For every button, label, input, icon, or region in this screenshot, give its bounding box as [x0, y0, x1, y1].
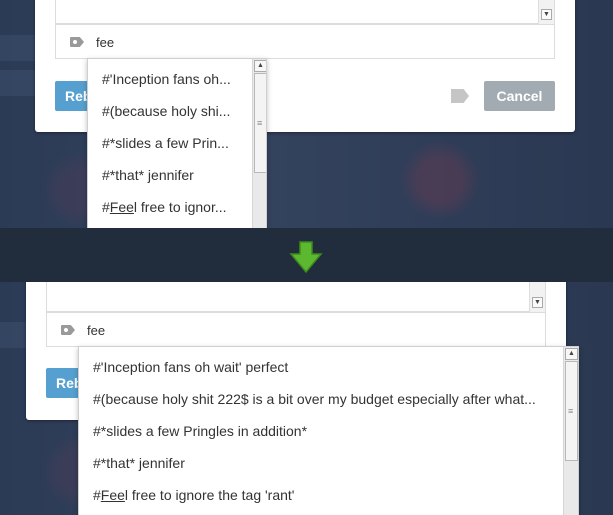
suggestion-rest: l free to ignor... [133, 199, 227, 215]
post-tag-icon[interactable] [451, 89, 469, 103]
suggestion-text: 'Inception fans oh wait' perfect [100, 359, 289, 375]
tag-input[interactable]: fee [87, 323, 105, 338]
bg-stripe [0, 70, 40, 96]
after-panel: ▼ fee Reblog #'Inception fans oh wait' p… [0, 282, 613, 515]
tag-icon [70, 37, 84, 47]
suggestion-text: *slides a few Pringles in addition* [100, 423, 308, 439]
cancel-button[interactable]: Cancel [484, 81, 555, 111]
dropdown-scrollbar[interactable]: ▲ [563, 347, 578, 515]
tag-suggestion-item[interactable]: #'Inception fans oh... [102, 63, 252, 95]
bg-stripe [0, 35, 40, 61]
tag-suggestion-item[interactable]: #*slides a few Prin... [102, 127, 252, 159]
scrollbar-thumb[interactable] [254, 73, 266, 173]
post-textarea[interactable]: ▼ [46, 282, 546, 312]
scroll-up-arrow-icon[interactable]: ▲ [565, 348, 578, 360]
suggestion-text: l free to ignore the tag 'rant' [124, 487, 295, 503]
scroll-up-arrow-icon[interactable]: ▲ [254, 60, 266, 72]
suggestion-text: *that* jennifer [100, 455, 185, 471]
tag-suggestion-item[interactable]: #'Inception fans oh wait' perfect [93, 351, 559, 383]
tag-suggestion-item[interactable]: #(because holy shi... [102, 95, 252, 127]
tag-suggestion-dropdown: #'Inception fans oh wait' perfect #(beca… [78, 346, 579, 515]
before-panel: ▼ fee Reblog Cancel #'Inception fans oh.… [0, 0, 613, 228]
tag-input-row[interactable]: fee [46, 312, 546, 347]
scroll-down-arrow-icon[interactable]: ▼ [532, 297, 543, 308]
textarea-scrollbar[interactable]: ▼ [529, 282, 545, 312]
tag-input[interactable]: fee [96, 35, 114, 50]
tag-suggestion-dropdown: #'Inception fans oh... #(because holy sh… [87, 58, 267, 228]
textarea-scrollbar[interactable]: ▼ [538, 0, 554, 24]
suggestion-text: (because holy shit 222$ is a bit over my… [100, 391, 536, 407]
arrow-down-icon [289, 241, 323, 274]
match-highlight: Fee [100, 487, 125, 503]
tag-input-row[interactable]: fee [55, 24, 555, 59]
tag-icon [61, 325, 75, 335]
tag-suggestion-item[interactable]: #Feel free to ignor... [102, 191, 252, 223]
tag-suggestion-item[interactable]: #Feel free to ignore the tag 'rant' [93, 479, 559, 511]
tag-suggestion-item[interactable]: #(because holy shit 222$ is a bit over m… [93, 383, 559, 415]
post-textarea[interactable]: ▼ [55, 0, 555, 24]
scroll-down-arrow-icon[interactable]: ▼ [541, 9, 552, 20]
match-highlight: Fee [109, 199, 134, 215]
tag-suggestion-item[interactable]: #*that* jennifer [102, 159, 252, 191]
dropdown-scrollbar[interactable]: ▲ [252, 59, 266, 228]
tag-suggestion-item[interactable]: #*slides a few Pringles in addition* [93, 415, 559, 447]
tag-suggestion-item[interactable]: #*that* jennifer [93, 447, 559, 479]
scrollbar-thumb[interactable] [565, 361, 578, 461]
